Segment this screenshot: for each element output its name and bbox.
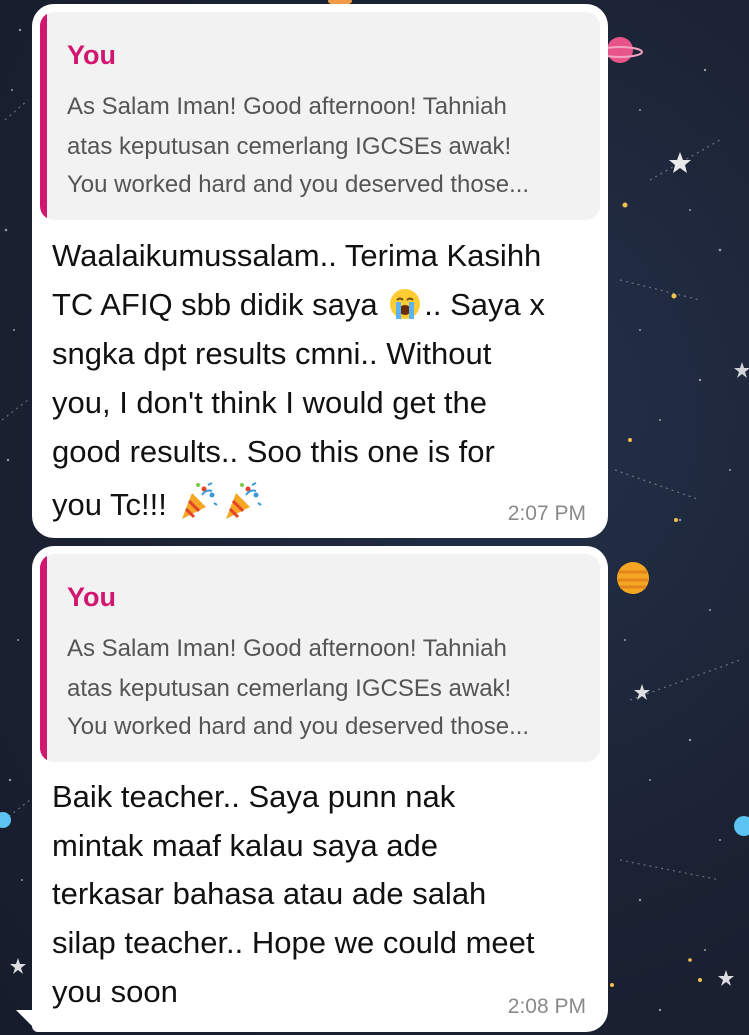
bubble-tail bbox=[16, 1010, 38, 1032]
message-text-segment: you Tc!!! bbox=[52, 487, 176, 522]
reply-quote-bar bbox=[40, 554, 47, 762]
blue-planet-left bbox=[0, 812, 11, 828]
reply-quote[interactable]: You As Salam Iman! Good afternoon! Tahni… bbox=[40, 12, 600, 220]
message-text-line: Baik teacher.. Saya punn nak bbox=[52, 779, 456, 814]
message-text-line: sngka dpt results cmni.. Without bbox=[52, 336, 492, 371]
message-text-line: silap teacher.. Hope we could meet bbox=[52, 925, 535, 960]
message-text-line: TC AFIQ sbb didik saya .. Saya x bbox=[52, 285, 545, 325]
reply-text-line: atas keputusan cemerlang IGCSEs awak! bbox=[67, 133, 512, 160]
reply-quote-bar bbox=[40, 12, 47, 220]
party-popper-emoji bbox=[225, 482, 262, 519]
message-text-segment: .. Saya x bbox=[424, 287, 545, 322]
message-text-line: you Tc!!! bbox=[52, 481, 264, 525]
message-text-line: Waalaikumussalam.. Terima Kasihh bbox=[52, 238, 542, 273]
reply-text-line: As Salam Iman! Good afternoon! Tahniah bbox=[67, 93, 507, 120]
orange-planet bbox=[617, 562, 649, 594]
message-timestamp: 2:07 PM bbox=[507, 502, 586, 525]
blue-planet bbox=[734, 816, 749, 836]
message-text-line: mintak maaf kalau saya ade bbox=[52, 828, 438, 863]
party-popper-emoji bbox=[181, 482, 218, 519]
message-timestamp: 2:08 PM bbox=[507, 995, 586, 1018]
message-bubble[interactable]: You As Salam Iman! Good afternoon! Tahni… bbox=[32, 4, 608, 538]
reply-text-line: As Salam Iman! Good afternoon! Tahniah bbox=[67, 635, 507, 662]
reply-text-line: You worked hard and you deserved those..… bbox=[67, 171, 530, 198]
reply-quote[interactable]: You As Salam Iman! Good afternoon! Tahni… bbox=[40, 554, 600, 762]
message-bubble[interactable]: You As Salam Iman! Good afternoon! Tahni… bbox=[32, 546, 608, 1032]
reply-text-line: You worked hard and you deserved those..… bbox=[67, 713, 530, 740]
message-text-line: terkasar bahasa atau ade salah bbox=[52, 876, 487, 911]
reply-author: You bbox=[67, 582, 116, 612]
message-text-segment: TC AFIQ sbb didik saya bbox=[52, 287, 387, 322]
message-text-line: you, I don't think I would get the bbox=[52, 385, 488, 420]
message-text-line: good results.. Soo this one is for bbox=[52, 434, 495, 469]
reply-author: You bbox=[67, 40, 116, 70]
loudly-crying-face-emoji bbox=[390, 289, 421, 319]
reply-text-line: atas keputusan cemerlang IGCSEs awak! bbox=[67, 675, 512, 702]
message-text-line: you soon bbox=[52, 974, 178, 1009]
